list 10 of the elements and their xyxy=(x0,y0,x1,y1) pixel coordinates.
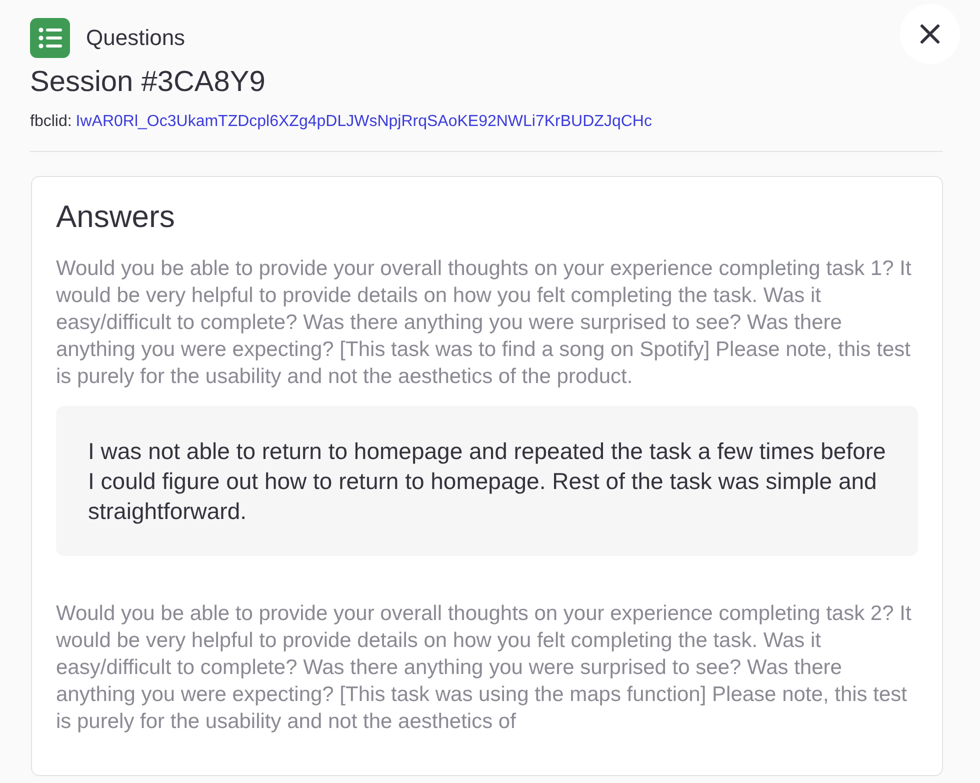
list-icon xyxy=(30,18,70,58)
section-label: Questions xyxy=(86,25,186,51)
close-icon xyxy=(919,23,941,45)
question-text: Would you be able to provide your overall thoughts on your experience completing task 2? It would be very helpful to provide details on how you felt completing the task. Was it easy/difficult to complete? Was there anything you were surprised to see? Was there anything you were expecting? [This task was using the maps function] Please note, this test is purely for the usability and not the aesthetics of xyxy=(56,601,912,735)
param-label: fbclid: xyxy=(30,113,72,131)
answers-heading: Answers xyxy=(56,199,176,235)
answer-text: I was not able to return to homepage and repeated the task a few times before I could figure out how to return to homepage. Rest of the task was simple and straightforward. xyxy=(56,406,918,556)
session-title: Session #3CA8Y9 xyxy=(30,66,266,99)
param-link[interactable]: IwAR0Rl_Oc3UkamTZDcpl6XZg4pDLJWsNpjRrqSAoKE92NWLi7KrBUDZJqCHc xyxy=(76,113,652,131)
question-text: Would you be able to provide your overall thoughts on your experience completing task 1? It would be very helpful to provide details on how you felt completing the task. Was it easy/difficult to complete? Was there anything you were surprised to see? Was there anything you were expecting? [This task was to find a song on Spotify] Please note, this test is purely for the usability and not the aesthetics of the product. xyxy=(56,256,912,390)
